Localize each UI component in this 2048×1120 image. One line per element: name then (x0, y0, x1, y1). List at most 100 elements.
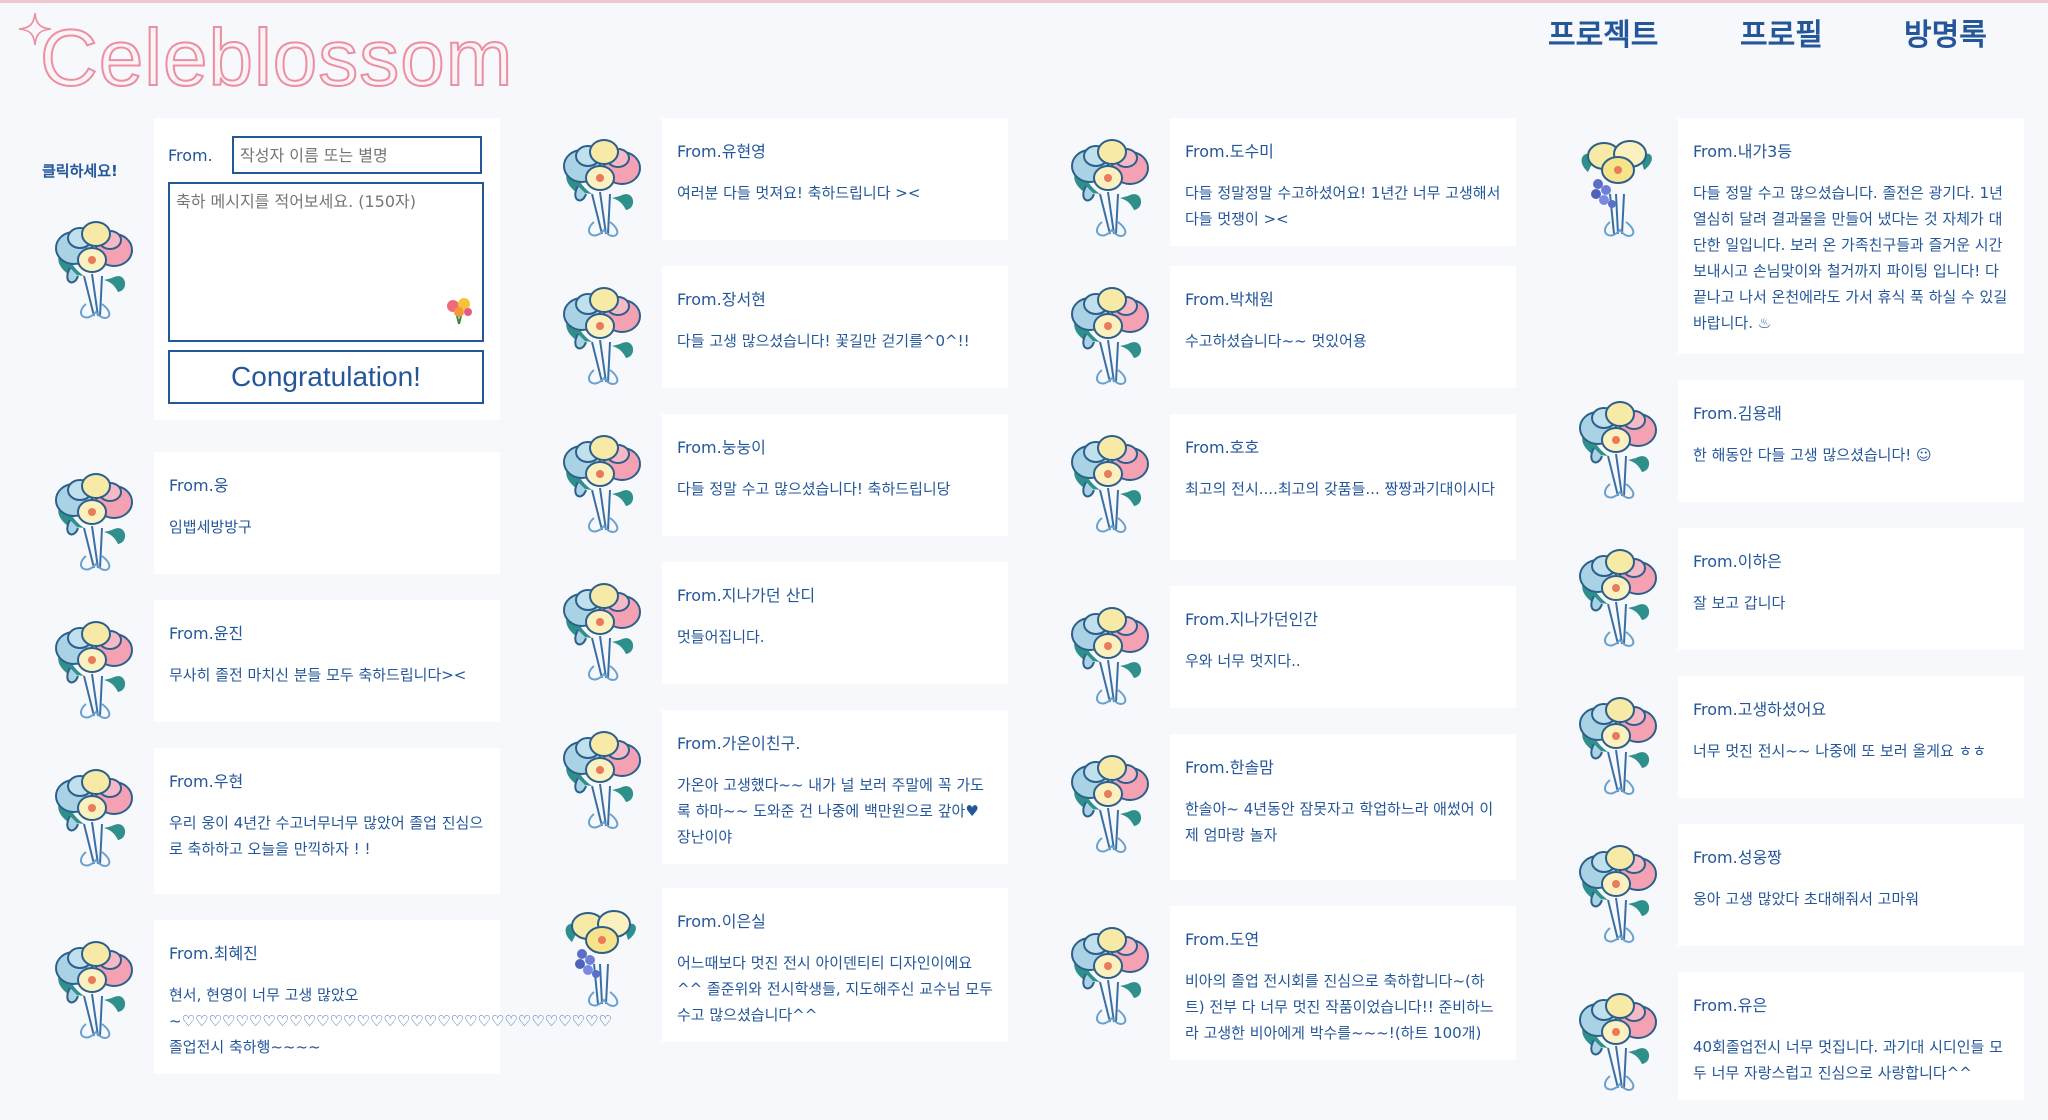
message-author: From.유은 (1693, 996, 1768, 1015)
message-input[interactable] (168, 182, 484, 342)
guestbook-entry: From.눙눙이다들 정말 수고 많으셨습니다! 축하드립니당 (530, 414, 1010, 536)
message-text: 한 해동안 다들 고생 많으셨습니다! ☺ (1693, 446, 1932, 464)
guestbook-entry: From.유은 40회졸업전시 너무 멋집니다. 과기대 시디인들 모두 너무 자… (1546, 972, 2026, 1100)
click-hint: 클릭하세요! (42, 162, 118, 180)
bouquet-icon (1558, 680, 1678, 810)
bouquet-icon (542, 714, 662, 844)
message-card: From.지나가던 산디 멋들어집니다. (662, 562, 1008, 684)
flower-emoji-icon (447, 298, 472, 325)
message-card: From.내가3등 다들 정말 수고 많으셨습니다. 졸전은 광기다. 1년 열심… (1678, 118, 2024, 354)
nav-guestbook[interactable]: 방명록 (1904, 10, 1987, 54)
logo-wordmark: Celeblossom (39, 12, 514, 103)
message-author: From.도연 (1185, 930, 1260, 949)
message-card: From.도수미 다들 정말정말 수고하셨어요! 1년간 너무 고생해서 다들 멋… (1170, 118, 1516, 246)
message-author: From.장서현 (677, 290, 766, 309)
top-accent-line (0, 0, 2048, 3)
guestbook-entry: From.도수미 다들 정말정말 수고하셨어요! 1년간 너무 고생해서 다들 멋… (1038, 118, 1518, 246)
nav-profile[interactable]: 프로필 (1740, 10, 1823, 54)
message-text: 다들 정말 수고 많으셨습니다! 축하드립니당 (677, 480, 951, 498)
bouquet-icon (1050, 910, 1170, 1040)
nav-projects[interactable]: 프로젝트 (1548, 10, 1658, 54)
guestbook-column-4: From.내가3등 다들 정말 수고 많으셨습니다. 졸전은 광기다. 1년 열심… (1546, 118, 2026, 1120)
guestbook-entry: From.지나가던인간우와 너무 멋지다.. (1038, 586, 1518, 708)
message-card: From.눙눙이다들 정말 수고 많으셨습니다! 축하드립니당 (662, 414, 1008, 536)
guestbook-entry: From.윤진무사히 졸전 마치신 분들 모두 축하드립니다>< (22, 600, 502, 722)
bouquet-icon (1050, 270, 1170, 400)
bouquet-icon (1050, 122, 1170, 252)
message-card: From.이은실 어느때보다 멋진 전시 아이덴티티 디자인이에요^^ 졸준위와 … (662, 888, 1008, 1042)
guestbook-entry: From.장서현다들 고생 많으셨습니다! 꽃길만 걷기를^0^!! (530, 266, 1010, 388)
message-card: From.유은 40회졸업전시 너무 멋집니다. 과기대 시디인들 모두 너무 자… (1678, 972, 2024, 1100)
message-author: From.윤진 (169, 624, 244, 643)
message-author: From.박채원 (1185, 290, 1274, 309)
guestbook-column-2: From.유현영여러분 다들 멋져요! 축하드립니다 >< From.장서현다들 … (530, 118, 1010, 1066)
message-composer: 클릭하세요! From. 작성자 이름 또는 별명 축하 메시지를 적어보세요.… (22, 118, 502, 422)
message-text: 우와 너무 멋지다.. (1185, 652, 1301, 670)
message-text: 현서, 현영이 너무 고생 많았오~♡♡♡♡♡♡♡♡♡♡♡♡♡♡♡♡♡♡♡♡♡♡… (169, 986, 612, 1056)
message-text: 40회졸업전시 너무 멋집니다. 과기대 시디인들 모두 너무 자랑스럽고 진심… (1693, 1038, 2003, 1082)
message-author: From.호호 (1185, 438, 1260, 457)
guestbook-entry: From.이하은 잘 보고 갑니다 (1546, 528, 2026, 650)
bouquet-icon (1050, 418, 1170, 548)
message-author: From.가온이친구. (677, 734, 801, 753)
message-text: 너무 멋진 전시~~ 나중에 또 보러 올게요 ㅎㅎ (1693, 742, 1987, 760)
message-card: From.윤진무사히 졸전 마치신 분들 모두 축하드립니다>< (154, 600, 500, 722)
composer-card: From. Congratulation! (154, 118, 500, 420)
guestbook-entry: From.박채원 수고하셨습니다~~ 멋있어용 (1038, 266, 1518, 388)
message-text: 멋들어집니다. (677, 628, 765, 646)
message-card: From.한솔맘 한솔아~ 4년동안 잠못자고 학업하느라 애썼어 이제 엄마랑 … (1170, 734, 1516, 880)
bouquet-icon (1050, 590, 1170, 720)
message-text: 무사히 졸전 마치신 분들 모두 축하드립니다>< (169, 666, 467, 684)
guestbook-entry: From.한솔맘 한솔아~ 4년동안 잠못자고 학업하느라 애썼어 이제 엄마랑 … (1038, 734, 1518, 880)
guestbook-column-3: From.도수미 다들 정말정말 수고하셨어요! 1년간 너무 고생해서 다들 멋… (1038, 118, 1518, 1084)
message-author: From.유현영 (677, 142, 766, 161)
bouquet-icon (1558, 976, 1678, 1106)
guestbook-entry: From.김용래한 해동안 다들 고생 많으셨습니다! ☺ (1546, 380, 2026, 502)
message-card: From.우현우리 웅이 4년간 수고너무너무 많았어 졸업 진심으로 축하하고… (154, 748, 500, 894)
message-author: From.최혜진 (169, 944, 258, 963)
message-text: 다들 고생 많으셨습니다! 꽃길만 걷기를^0^!! (677, 332, 970, 350)
author-name-input[interactable] (232, 136, 482, 174)
message-author: From.지나가던인간 (1185, 610, 1319, 629)
guestbook-entry: From.우현우리 웅이 4년간 수고너무너무 많았어 졸업 진심으로 축하하고… (22, 748, 502, 894)
message-text: 최고의 전시....최고의 갖품들... 짱짱과기대이시다 (1185, 480, 1495, 498)
message-author: From.김용래 (1693, 404, 1782, 423)
message-card: From.최혜진현서, 현영이 너무 고생 많았오~♡♡♡♡♡♡♡♡♡♡♡♡♡♡… (154, 920, 612, 1074)
guestbook-entry: From.호호최고의 전시....최고의 갖품들... 짱짱과기대이시다 (1038, 414, 1518, 560)
message-author: From.이하은 (1693, 552, 1782, 571)
message-text: 우리 웅이 4년간 수고너무너무 많았어 졸업 진심으로 축하하고 오늘을 만끽… (169, 814, 484, 858)
message-card: From.장서현다들 고생 많으셨습니다! 꽃길만 걷기를^0^!! (662, 266, 1008, 388)
guestbook-entry: From.웅 임뱁세방방구 (22, 452, 502, 574)
message-author: From.내가3등 (1693, 142, 1793, 161)
message-text: 한솔아~ 4년동안 잠못자고 학업하느라 애썼어 이제 엄마랑 놀자 (1185, 800, 1494, 844)
message-card: From.호호최고의 전시....최고의 갖품들... 짱짱과기대이시다 (1170, 414, 1516, 560)
message-card: From.이하은 잘 보고 갑니다 (1678, 528, 2024, 650)
bouquet-icon (542, 270, 662, 400)
message-card: From.도연비아의 졸업 전시회를 진심으로 축하합니다~(하트) 전부 다 … (1170, 906, 1516, 1060)
bouquet-icon (1558, 828, 1678, 958)
guestbook-entry: From.유현영여러분 다들 멋져요! 축하드립니다 >< (530, 118, 1010, 240)
message-text: 비아의 졸업 전시회를 진심으로 축하합니다~(하트) 전부 다 너무 멋진 작… (1185, 972, 1494, 1042)
bouquet-icon (542, 566, 662, 696)
message-author: From.성웅짱 (1693, 848, 1782, 867)
congratulation-button[interactable]: Congratulation! (168, 350, 484, 404)
message-card: From.박채원 수고하셨습니다~~ 멋있어용 (1170, 266, 1516, 388)
message-card: From.웅 임뱁세방방구 (154, 452, 500, 574)
bouquet-icon (34, 924, 154, 1054)
bouquet-icon[interactable] (34, 204, 154, 334)
message-card: From.유현영여러분 다들 멋져요! 축하드립니다 >< (662, 118, 1008, 240)
bouquet-icon (542, 122, 662, 252)
bouquet-icon (34, 456, 154, 586)
message-text: 여러분 다들 멋져요! 축하드립니다 >< (677, 184, 921, 202)
guestbook-entry: From.성웅짱 웅아 고생 많았다 초대해줘서 고마워 (1546, 824, 2026, 946)
message-text: 가온아 고생했다~~ 내가 널 보러 주말에 꼭 가도록 하마~~ 도와준 건 … (677, 776, 984, 846)
message-card: From.고생하셨어요 너무 멋진 전시~~ 나중에 또 보러 올게요 ㅎㅎ (1678, 676, 2024, 798)
bouquet-icon (542, 418, 662, 548)
message-author: From.눙눙이 (677, 438, 766, 457)
message-author: From.우현 (169, 772, 244, 791)
bouquet-icon (1558, 122, 1678, 252)
guestbook-entry: From.이은실 어느때보다 멋진 전시 아이덴티티 디자인이에요^^ 졸준위와 … (530, 888, 1010, 1042)
from-label: From. (168, 146, 213, 165)
bouquet-icon (542, 892, 662, 1022)
guestbook-entry: From.내가3등 다들 정말 수고 많으셨습니다. 졸전은 광기다. 1년 열심… (1546, 118, 2026, 354)
